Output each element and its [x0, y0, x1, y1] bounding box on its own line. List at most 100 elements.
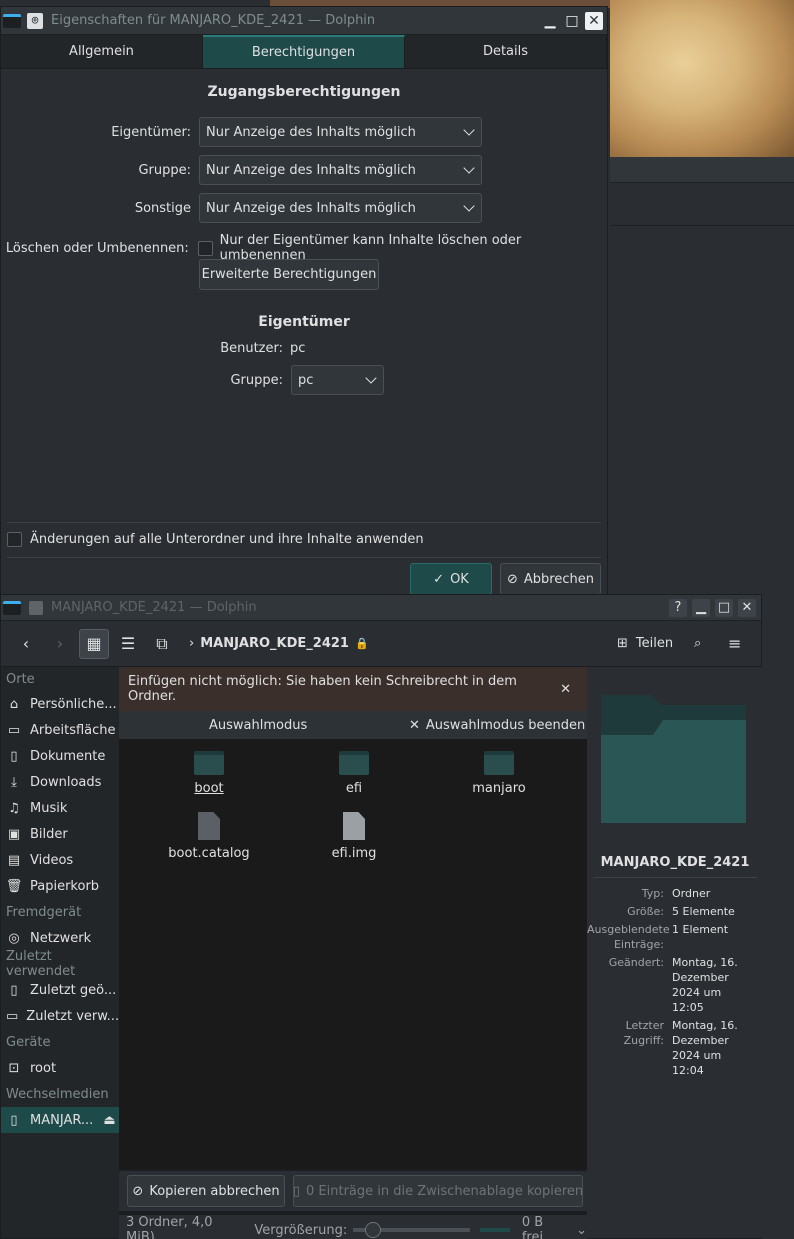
cancel-copy-label: Kopieren abbrechen	[149, 1183, 280, 1199]
others-permission-select[interactable]: Nur Anzeige des Inhalts möglich	[199, 193, 482, 223]
trash-icon: 🗑	[5, 878, 23, 894]
tab-details[interactable]: Details	[405, 35, 607, 68]
error-banner-text: Einfügen nicht möglich: Sie haben kein S…	[128, 674, 517, 704]
sidebar-item-documents[interactable]: ▯ Dokumente	[1, 743, 119, 769]
close-icon: ✕	[409, 717, 420, 733]
zoom-slider-handle[interactable]	[365, 1222, 382, 1238]
sidebar-item-label: Netzwerk	[30, 930, 92, 946]
zoom-label: Vergrößerung:	[254, 1222, 348, 1238]
delete-label: Löschen oder Umbenennen:	[5, 240, 189, 256]
search-icon[interactable]: ⌕	[694, 636, 701, 651]
file-item[interactable]: manjaro	[449, 751, 549, 796]
tree-view-icon[interactable]: ⧉	[147, 629, 177, 659]
app-icon	[3, 600, 21, 615]
zoom-slider[interactable]	[353, 1222, 471, 1238]
tab-berechtigungen[interactable]: Berechtigungen	[203, 35, 405, 68]
exit-selection-mode-button[interactable]: ✕ Auswahlmodus beenden	[409, 718, 585, 733]
owner-only-delete-checkbox[interactable]	[197, 240, 213, 256]
minimize-icon[interactable]: ▁	[541, 12, 559, 30]
info-folder-name: MANJARO_KDE_2421	[600, 855, 750, 870]
dialog-titlebar[interactable]: ⌾ Eigenschaften für MANJARO_KDE_2421 — D…	[1, 7, 607, 35]
file-view: Einfügen nicht möglich: Sie haben kein S…	[119, 667, 587, 1239]
sidebar-item-manjaro-usb[interactable]: ▯ MANJAR... ⏏	[1, 1107, 119, 1133]
file-item[interactable]: boot.catalog	[159, 812, 259, 861]
sidebar-item-root[interactable]: ⊡ root	[1, 1055, 119, 1081]
lock-icon: 🔒	[354, 637, 369, 650]
sidebar-item-home[interactable]: ⌂ Persönliche...	[1, 691, 119, 717]
file-name: manjaro	[472, 781, 526, 796]
cancel-icon: ⊘	[507, 571, 518, 587]
sidebar-item-label: Dokumente	[30, 748, 106, 764]
sidebar-item-recent-folders[interactable]: ▭ Zuletzt verw...	[1, 1003, 119, 1029]
drive-icon: ⊡	[8, 1060, 20, 1076]
help-icon[interactable]: ?	[669, 598, 687, 617]
cancel-copy-button[interactable]: ⊘ Kopieren abbrechen	[127, 1175, 285, 1207]
sidebar-item-pictures[interactable]: ▣ Bilder	[1, 821, 119, 847]
file-name: efi.img	[331, 846, 377, 861]
app-icon	[3, 13, 21, 28]
sidebar-head-devices: Geräte	[6, 1034, 51, 1050]
info-row-accessed: Letzter Zugriff: Montag, 16. Dezember 20…	[587, 1018, 742, 1078]
sidebar-item-label: root	[30, 1060, 57, 1076]
selection-mode-label: Auswahlmodus	[209, 717, 308, 733]
hamburger-menu-icon[interactable]: ≡	[728, 634, 741, 653]
file-item[interactable]: boot	[159, 751, 259, 796]
free-space-bar	[480, 1228, 510, 1232]
owner-group-value: pc	[298, 372, 314, 388]
sidebar-item-label: Downloads	[30, 774, 102, 790]
sidebar-head-places: Orte	[6, 671, 35, 687]
minimize-icon[interactable]: ▁	[692, 598, 710, 617]
sidebar-item-videos[interactable]: ▤ Videos	[1, 847, 119, 873]
file-name: boot.catalog	[168, 846, 250, 861]
desktop-icon: ▭	[7, 722, 21, 738]
file-item[interactable]: efi	[304, 751, 404, 796]
group-permission-value: Nur Anzeige des Inhalts möglich	[206, 162, 416, 178]
owner-group-label: Gruppe:	[230, 372, 283, 388]
info-value: Montag, 16. Dezember 2024 um 12:04	[672, 1019, 738, 1077]
tab-allgemein[interactable]: Allgemein	[1, 35, 203, 68]
forward-icon[interactable]: ›	[45, 629, 75, 659]
close-icon[interactable]: ✕	[560, 682, 571, 697]
eject-icon[interactable]: ⏏	[103, 1113, 115, 1128]
cancel-button[interactable]: ⊘ Abbrechen	[500, 563, 601, 595]
divider	[593, 877, 757, 878]
sidebar-item-trash[interactable]: 🗑 Papierkorb	[1, 873, 119, 899]
owner-label: Eigentümer:	[111, 124, 191, 140]
ok-button[interactable]: ✓ OK	[410, 563, 492, 595]
info-row-size: Größe: 5 Elemente	[587, 904, 742, 919]
close-icon[interactable]: ✕	[585, 11, 603, 30]
file-item[interactable]: efi.img	[304, 812, 404, 861]
sidebar-item-label: Papierkorb	[30, 878, 100, 894]
pin-icon[interactable]	[29, 600, 43, 615]
recent-files-icon: ▯	[10, 982, 18, 998]
close-icon[interactable]: ✕	[738, 598, 756, 617]
apply-recursive-checkbox[interactable]	[7, 532, 22, 547]
owner-permission-select[interactable]: Nur Anzeige des Inhalts möglich	[199, 117, 482, 147]
breadcrumb[interactable]: › MANJARO_KDE_2421 🔒	[189, 636, 369, 651]
sidebar-item-network[interactable]: ◎ Netzwerk	[1, 925, 119, 951]
details-view-icon[interactable]: ☰	[113, 629, 143, 659]
sidebar-item-downloads[interactable]: ⤓ Downloads	[1, 769, 119, 795]
advanced-permissions-button[interactable]: Erweiterte Berechtigungen	[199, 259, 379, 290]
info-key: Geändert:	[608, 956, 664, 969]
properties-dialog: ⌾ Eigenschaften für MANJARO_KDE_2421 — D…	[0, 6, 608, 602]
sidebar-item-desktop[interactable]: ▭ Arbeitsfläche	[1, 717, 119, 743]
pin-icon[interactable]: ⌾	[27, 12, 43, 29]
share-button[interactable]: ⊞ Teilen	[617, 636, 673, 651]
sidebar-item-recent-files[interactable]: ▯ Zuletzt geö...	[1, 977, 119, 1003]
owner-group-select[interactable]: pc	[291, 365, 384, 395]
sidebar-item-music[interactable]: ♫ Musik	[1, 795, 119, 821]
breadcrumb-folder[interactable]: MANJARO_KDE_2421	[200, 636, 349, 651]
share-label: Teilen	[635, 636, 674, 651]
sidebar-item-label: Zuletzt verw...	[26, 1008, 119, 1024]
chevron-down-icon	[365, 372, 377, 384]
icons-view-icon[interactable]: ▦	[79, 628, 109, 659]
back-icon[interactable]: ‹	[11, 629, 41, 659]
chevron-down-icon[interactable]: ⌄	[576, 1223, 587, 1238]
maximize-icon[interactable]: □	[715, 598, 733, 617]
dolphin-window: MANJARO_KDE_2421 — Dolphin ? ▁ □ ✕ ‹ › ▦…	[0, 594, 763, 1239]
dolphin-titlebar[interactable]: MANJARO_KDE_2421 — Dolphin ? ▁ □ ✕	[1, 595, 761, 621]
maximize-icon[interactable]: □	[563, 12, 581, 30]
group-permission-select[interactable]: Nur Anzeige des Inhalts möglich	[199, 155, 482, 185]
copy-to-clipboard-button[interactable]: ▯ 0 Einträge in die Zwischenablage kopie…	[293, 1175, 583, 1207]
